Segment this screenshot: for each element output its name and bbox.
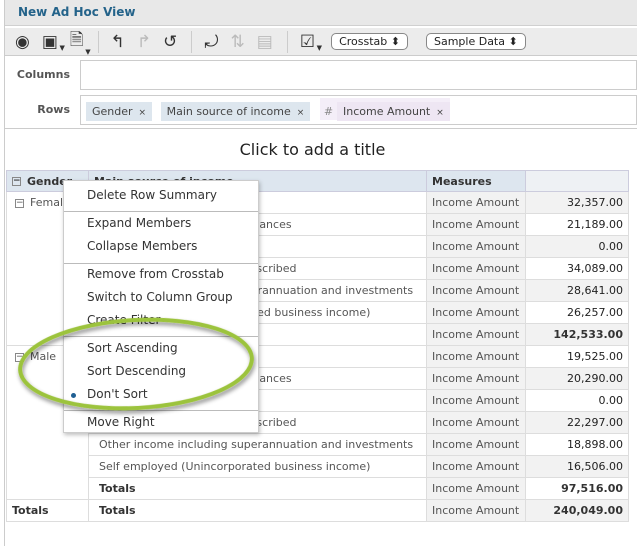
measure-cell: Income Amount xyxy=(426,301,526,324)
group-label: Male xyxy=(30,350,57,363)
undo-icon[interactable]: ↰ xyxy=(111,32,125,52)
sort-icon: ⇅ xyxy=(230,31,245,52)
value-cell: 19,525.00 xyxy=(525,345,629,368)
measure-cell: Income Amount xyxy=(426,257,526,280)
source-cell: Totals xyxy=(88,477,427,500)
measure-cell: Income Amount xyxy=(426,345,526,368)
measure-cell: Income Amount xyxy=(426,499,526,522)
measure-cell: Income Amount xyxy=(426,411,526,434)
remove-icon[interactable]: × xyxy=(139,108,147,118)
columns-drop-zone[interactable] xyxy=(80,60,637,90)
redo-icon: ↱ xyxy=(136,31,152,52)
window-title: New Ad Hoc View xyxy=(18,5,136,19)
divider xyxy=(286,30,288,53)
measure-cell: Income Amount xyxy=(426,213,526,236)
remove-icon[interactable]: × xyxy=(436,108,444,118)
measure-cell: Income Amount xyxy=(426,433,526,456)
value-cell: 28,641.00 xyxy=(525,279,629,302)
display-options-icon[interactable]: ☑ ▼ xyxy=(300,32,322,52)
grand-total-row: Totals Totals Income Amount 240,049.00 xyxy=(6,499,629,522)
rows-label: Rows xyxy=(37,103,70,116)
row-field-gender[interactable]: Gender × xyxy=(86,102,153,121)
menu-item-move-right[interactable]: Move Right xyxy=(87,415,155,429)
measure-icon: # xyxy=(323,105,334,118)
value-cell: 22,297.00 xyxy=(525,411,629,434)
menu-separator xyxy=(64,211,258,212)
measure-field[interactable]: Income Amount × xyxy=(337,102,450,121)
menu-separator xyxy=(64,336,258,337)
menu-item-switch-to-column-group[interactable]: Switch to Column Group xyxy=(87,290,233,304)
table-row: Self employed (Unincorporated business i… xyxy=(7,455,629,478)
collapse-icon[interactable]: − xyxy=(12,177,21,186)
divider xyxy=(97,30,99,53)
eye-icon[interactable]: ◉ xyxy=(15,32,30,52)
value-cell: 34,089.00 xyxy=(525,257,629,280)
divider xyxy=(191,30,193,53)
source-cell: Self employed (Unincorporated business i… xyxy=(88,455,427,478)
value-cell: 97,516.00 xyxy=(525,477,629,500)
source-cell: Other income including superannuation an… xyxy=(88,433,427,456)
value-cell: 18,898.00 xyxy=(525,433,629,456)
pivot-icon[interactable]: ⤾ xyxy=(204,32,218,52)
measure-cell: Income Amount xyxy=(426,367,526,390)
menu-separator xyxy=(64,263,258,264)
collapse-icon[interactable]: − xyxy=(15,352,24,362)
data-mode-select[interactable]: Sample Data ⬍ xyxy=(425,33,526,50)
context-menu: Delete Row Summary Expand Members Collapse… xyxy=(63,180,259,433)
divider xyxy=(5,128,637,129)
view-type-select[interactable]: Crosstab ⬍ xyxy=(331,33,408,50)
title-bar: New Ad Hoc View xyxy=(5,0,637,26)
menu-item-don-t-sort[interactable]: Don't Sort xyxy=(87,387,148,401)
field-label: Main source of income xyxy=(166,105,291,118)
value-cell: 0.00 xyxy=(525,235,629,258)
measure-cell: Income Amount xyxy=(426,389,526,412)
data-mode-value: Sample Data xyxy=(433,35,505,48)
value-cell: 26,257.00 xyxy=(525,301,629,324)
export-icon[interactable]: 🗎 ▼ xyxy=(70,27,91,56)
field-label: Income Amount xyxy=(343,105,431,118)
menu-item-expand-members[interactable]: Expand Members xyxy=(87,216,191,230)
value-cell: 21,189.00 xyxy=(525,213,629,236)
measure-cell: Income Amount xyxy=(426,323,526,346)
measures-group: # Income Amount × xyxy=(319,98,450,121)
menu-item-create-filter[interactable]: Create Filter xyxy=(87,313,160,327)
value-cell: 0.00 xyxy=(525,389,629,412)
measure-cell: Income Amount xyxy=(426,477,526,500)
menu-item-sort-ascending[interactable]: Sort Ascending xyxy=(87,341,178,355)
header-measures[interactable]: Measures xyxy=(426,170,526,192)
value-cell: 142,533.00 xyxy=(525,323,629,346)
table-row: Other income including superannuation an… xyxy=(7,433,629,456)
remove-icon[interactable]: × xyxy=(297,108,305,118)
value-cell: 32,357.00 xyxy=(525,191,629,214)
menu-item-sort-descending[interactable]: Sort Descending xyxy=(87,364,186,378)
view-title[interactable]: Click to add a title xyxy=(0,140,625,159)
selected-bullet-icon xyxy=(71,393,76,398)
menu-item-remove-from-crosstab[interactable]: Remove from Crosstab xyxy=(87,267,224,281)
columns-label: Columns xyxy=(16,68,70,81)
measure-cell: Income Amount xyxy=(426,279,526,302)
view-type-value: Crosstab xyxy=(339,35,388,48)
row-group-cell: Totals xyxy=(6,499,89,522)
options-icon: ▤ xyxy=(256,31,273,52)
row-field-main-source[interactable]: Main source of income × xyxy=(160,102,311,121)
menu-item-collapse-members[interactable]: Collapse Members xyxy=(87,239,197,253)
rows-drop-zone[interactable]: Gender × Main source of income × # Income A… xyxy=(80,95,637,125)
field-label: Gender xyxy=(92,105,133,118)
measure-cell: Income Amount xyxy=(426,191,526,214)
total-row: Totals Income Amount 97,516.00 xyxy=(7,477,629,500)
measure-cell: Income Amount xyxy=(426,235,526,258)
value-cell: 16,506.00 xyxy=(525,455,629,478)
menu-item-delete-row-summary[interactable]: Delete Row Summary xyxy=(87,188,217,202)
save-icon[interactable]: ▣ ▼ xyxy=(42,32,65,52)
toolbar: ◉ ▣ ▼ 🗎 ▼ ↰ ↱ ↺ ⤾ ⇅ ▤ ☑ ▼ Crosstab ⬍ Sample… xyxy=(5,28,637,56)
menu-separator xyxy=(64,410,258,411)
reset-icon[interactable]: ↺ xyxy=(163,32,177,52)
measure-cell: Income Amount xyxy=(426,455,526,478)
collapse-icon[interactable]: − xyxy=(15,198,24,208)
value-cell: 20,290.00 xyxy=(525,367,629,390)
source-cell: Totals xyxy=(88,499,427,522)
value-cell: 240,049.00 xyxy=(525,499,629,522)
header-values xyxy=(525,170,629,192)
